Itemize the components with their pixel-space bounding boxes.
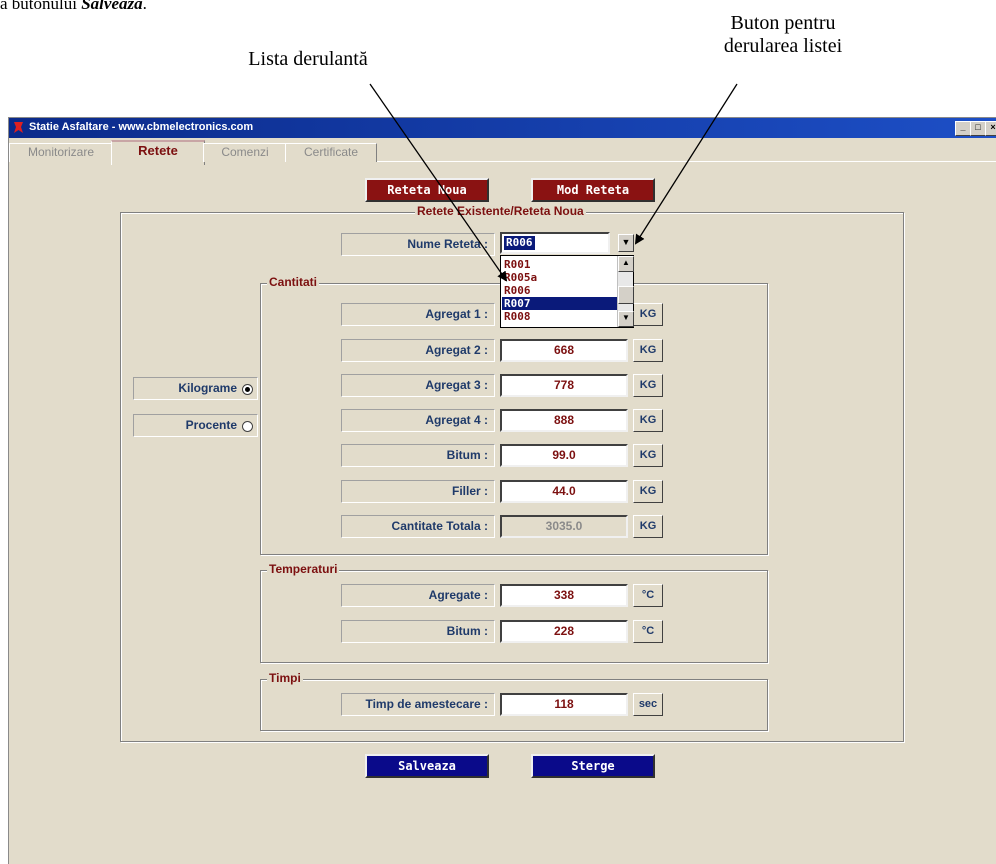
button-arrow — [634, 83, 738, 245]
list-arrow — [369, 83, 508, 282]
callout-arrows — [369, 83, 738, 282]
